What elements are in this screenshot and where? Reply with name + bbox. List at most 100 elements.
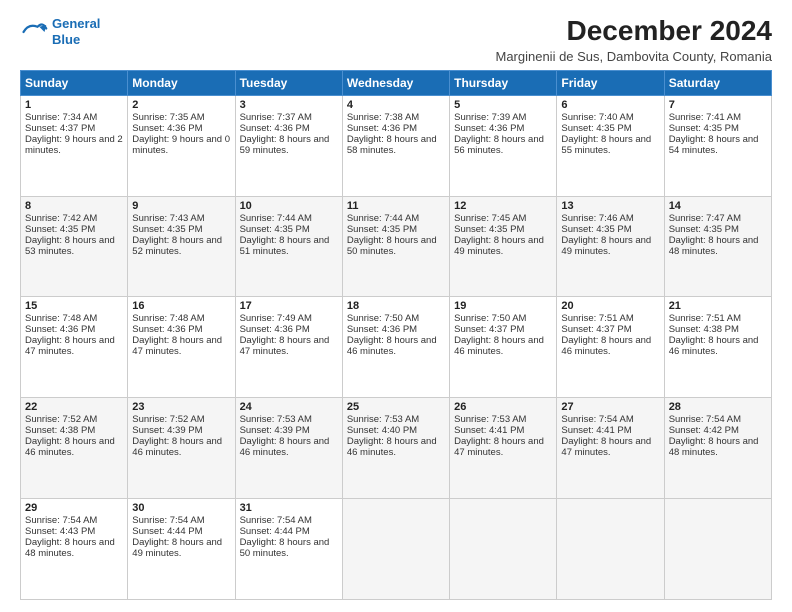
sunrise-label: Sunrise: 7:48 AM — [25, 313, 97, 324]
sunrise-label: Sunrise: 7:49 AM — [240, 313, 312, 324]
sunrise-label: Sunrise: 7:54 AM — [132, 515, 204, 526]
daylight-label: Daylight: 8 hours and 46 minutes. — [561, 335, 651, 357]
day-number: 25 — [347, 401, 445, 413]
day-cell-25: 25Sunrise: 7:53 AMSunset: 4:40 PMDayligh… — [342, 398, 449, 499]
day-number: 16 — [132, 300, 230, 312]
daylight-label: Daylight: 8 hours and 59 minutes. — [240, 134, 330, 156]
sunrise-label: Sunrise: 7:54 AM — [240, 515, 312, 526]
day-number: 28 — [669, 401, 767, 413]
logo: General Blue — [20, 16, 100, 47]
day-number: 2 — [132, 99, 230, 111]
daylight-label: Daylight: 8 hours and 49 minutes. — [454, 235, 544, 257]
day-number: 24 — [240, 401, 338, 413]
col-monday: Monday — [128, 70, 235, 95]
sunrise-label: Sunrise: 7:43 AM — [132, 213, 204, 224]
sunrise-label: Sunrise: 7:53 AM — [347, 414, 419, 425]
sunrise-label: Sunrise: 7:41 AM — [669, 112, 741, 123]
day-number: 30 — [132, 502, 230, 514]
sunrise-label: Sunrise: 7:52 AM — [25, 414, 97, 425]
daylight-label: Daylight: 8 hours and 46 minutes. — [454, 335, 544, 357]
daylight-label: Daylight: 8 hours and 50 minutes. — [347, 235, 437, 257]
sunset-label: Sunset: 4:35 PM — [669, 123, 739, 134]
day-cell-5: 5Sunrise: 7:39 AMSunset: 4:36 PMDaylight… — [450, 95, 557, 196]
col-friday: Friday — [557, 70, 664, 95]
sunrise-label: Sunrise: 7:50 AM — [454, 313, 526, 324]
daylight-label: Daylight: 8 hours and 55 minutes. — [561, 134, 651, 156]
sunset-label: Sunset: 4:37 PM — [561, 324, 631, 335]
sunrise-label: Sunrise: 7:47 AM — [669, 213, 741, 224]
sunrise-label: Sunrise: 7:38 AM — [347, 112, 419, 123]
day-cell-30: 30Sunrise: 7:54 AMSunset: 4:44 PMDayligh… — [128, 499, 235, 600]
page: General Blue December 2024 Marginenii de… — [0, 0, 792, 612]
sunset-label: Sunset: 4:42 PM — [669, 425, 739, 436]
daylight-label: Daylight: 8 hours and 58 minutes. — [347, 134, 437, 156]
daylight-label: Daylight: 8 hours and 53 minutes. — [25, 235, 115, 257]
sunrise-label: Sunrise: 7:51 AM — [669, 313, 741, 324]
sunrise-label: Sunrise: 7:34 AM — [25, 112, 97, 123]
daylight-label: Daylight: 9 hours and 2 minutes. — [25, 134, 123, 156]
daylight-label: Daylight: 8 hours and 48 minutes. — [669, 235, 759, 257]
daylight-label: Daylight: 8 hours and 47 minutes. — [561, 436, 651, 458]
sunset-label: Sunset: 4:36 PM — [240, 324, 310, 335]
sunrise-label: Sunrise: 7:50 AM — [347, 313, 419, 324]
day-number: 29 — [25, 502, 123, 514]
sunrise-label: Sunrise: 7:42 AM — [25, 213, 97, 224]
day-number: 23 — [132, 401, 230, 413]
day-cell-31: 31Sunrise: 7:54 AMSunset: 4:44 PMDayligh… — [235, 499, 342, 600]
day-cell-21: 21Sunrise: 7:51 AMSunset: 4:38 PMDayligh… — [664, 297, 771, 398]
sunset-label: Sunset: 4:43 PM — [25, 526, 95, 537]
day-cell-8: 8Sunrise: 7:42 AMSunset: 4:35 PMDaylight… — [21, 196, 128, 297]
sunrise-label: Sunrise: 7:51 AM — [561, 313, 633, 324]
sunset-label: Sunset: 4:36 PM — [454, 123, 524, 134]
daylight-label: Daylight: 9 hours and 0 minutes. — [132, 134, 230, 156]
sunrise-label: Sunrise: 7:44 AM — [347, 213, 419, 224]
col-sunday: Sunday — [21, 70, 128, 95]
sunset-label: Sunset: 4:35 PM — [240, 224, 310, 235]
sunset-label: Sunset: 4:39 PM — [240, 425, 310, 436]
empty-cell — [450, 499, 557, 600]
empty-cell — [342, 499, 449, 600]
sunset-label: Sunset: 4:36 PM — [240, 123, 310, 134]
day-cell-3: 3Sunrise: 7:37 AMSunset: 4:36 PMDaylight… — [235, 95, 342, 196]
day-number: 5 — [454, 99, 552, 111]
day-cell-17: 17Sunrise: 7:49 AMSunset: 4:36 PMDayligh… — [235, 297, 342, 398]
day-cell-23: 23Sunrise: 7:52 AMSunset: 4:39 PMDayligh… — [128, 398, 235, 499]
daylight-label: Daylight: 8 hours and 46 minutes. — [347, 335, 437, 357]
day-number: 7 — [669, 99, 767, 111]
sunrise-label: Sunrise: 7:54 AM — [25, 515, 97, 526]
day-number: 3 — [240, 99, 338, 111]
sunset-label: Sunset: 4:35 PM — [561, 123, 631, 134]
day-cell-10: 10Sunrise: 7:44 AMSunset: 4:35 PMDayligh… — [235, 196, 342, 297]
daylight-label: Daylight: 8 hours and 46 minutes. — [132, 436, 222, 458]
day-cell-18: 18Sunrise: 7:50 AMSunset: 4:36 PMDayligh… — [342, 297, 449, 398]
day-cell-24: 24Sunrise: 7:53 AMSunset: 4:39 PMDayligh… — [235, 398, 342, 499]
main-title: December 2024 — [495, 16, 772, 47]
day-number: 8 — [25, 200, 123, 212]
subtitle: Marginenii de Sus, Dambovita County, Rom… — [495, 49, 772, 64]
day-cell-9: 9Sunrise: 7:43 AMSunset: 4:35 PMDaylight… — [128, 196, 235, 297]
sunset-label: Sunset: 4:35 PM — [669, 224, 739, 235]
title-block: December 2024 Marginenii de Sus, Dambovi… — [495, 16, 772, 64]
day-cell-12: 12Sunrise: 7:45 AMSunset: 4:35 PMDayligh… — [450, 196, 557, 297]
day-cell-27: 27Sunrise: 7:54 AMSunset: 4:41 PMDayligh… — [557, 398, 664, 499]
day-number: 15 — [25, 300, 123, 312]
day-cell-28: 28Sunrise: 7:54 AMSunset: 4:42 PMDayligh… — [664, 398, 771, 499]
daylight-label: Daylight: 8 hours and 46 minutes. — [25, 436, 115, 458]
day-number: 26 — [454, 401, 552, 413]
header-row: Sunday Monday Tuesday Wednesday Thursday… — [21, 70, 772, 95]
col-tuesday: Tuesday — [235, 70, 342, 95]
daylight-label: Daylight: 8 hours and 51 minutes. — [240, 235, 330, 257]
calendar-week-5: 29Sunrise: 7:54 AMSunset: 4:43 PMDayligh… — [21, 499, 772, 600]
calendar-week-4: 22Sunrise: 7:52 AMSunset: 4:38 PMDayligh… — [21, 398, 772, 499]
day-number: 1 — [25, 99, 123, 111]
sunrise-label: Sunrise: 7:52 AM — [132, 414, 204, 425]
sunset-label: Sunset: 4:35 PM — [454, 224, 524, 235]
calendar-table: Sunday Monday Tuesday Wednesday Thursday… — [20, 70, 772, 600]
sunset-label: Sunset: 4:40 PM — [347, 425, 417, 436]
daylight-label: Daylight: 8 hours and 49 minutes. — [561, 235, 651, 257]
day-cell-15: 15Sunrise: 7:48 AMSunset: 4:36 PMDayligh… — [21, 297, 128, 398]
day-number: 13 — [561, 200, 659, 212]
logo-text: General Blue — [52, 16, 100, 47]
daylight-label: Daylight: 8 hours and 47 minutes. — [25, 335, 115, 357]
daylight-label: Daylight: 8 hours and 48 minutes. — [669, 436, 759, 458]
